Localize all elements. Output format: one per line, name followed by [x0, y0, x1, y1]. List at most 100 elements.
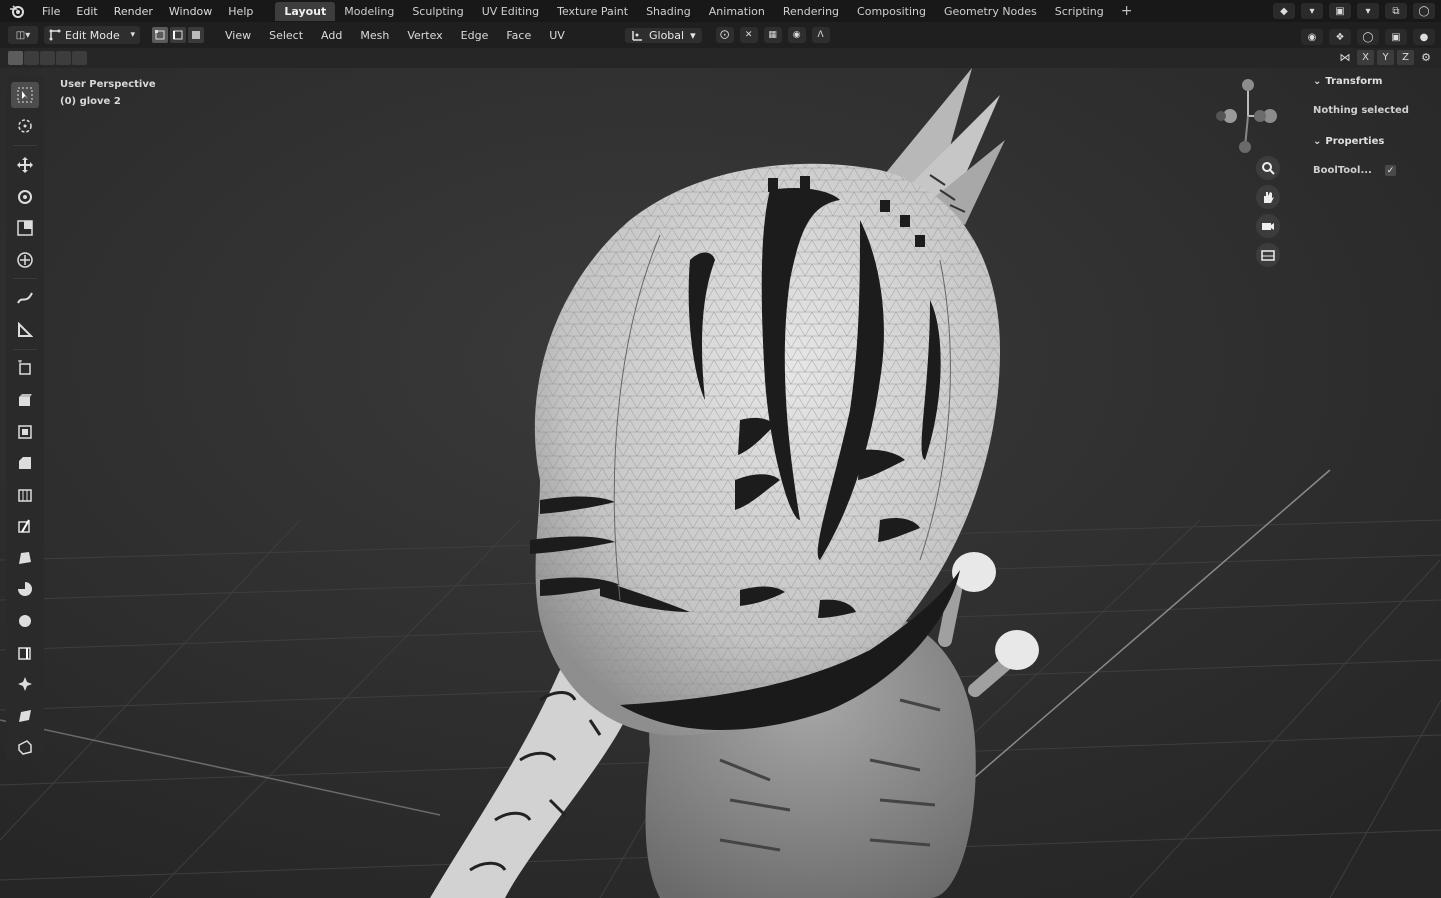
chevron-down-icon: ⌄	[1313, 136, 1322, 147]
zoom-icon[interactable]	[1256, 156, 1280, 180]
tab-shading[interactable]: Shading	[637, 2, 700, 21]
menu-add[interactable]: Add	[312, 29, 351, 42]
tab-scripting[interactable]: Scripting	[1046, 2, 1113, 21]
select-mode-group	[152, 27, 204, 43]
select-invert-icon[interactable]	[56, 51, 71, 65]
tool-shelf	[6, 76, 44, 760]
xray-toggle-icon[interactable]: ▣	[1385, 29, 1407, 45]
gizmo-toggle-icon[interactable]: ❖	[1329, 29, 1351, 45]
tab-geometry-nodes[interactable]: Geometry Nodes	[935, 2, 1046, 21]
select-subtract-icon[interactable]	[40, 51, 55, 65]
menu-help[interactable]: Help	[220, 5, 261, 18]
3d-viewport[interactable]: User Perspective (0) glove 2	[0, 68, 1441, 898]
properties-panel-header[interactable]: ⌄ Properties	[1313, 136, 1384, 147]
measure-icon[interactable]	[11, 317, 39, 343]
shear-icon[interactable]	[11, 703, 39, 729]
rip-region-icon[interactable]	[11, 735, 39, 761]
tab-compositing[interactable]: Compositing	[848, 2, 935, 21]
tab-rendering[interactable]: Rendering	[774, 2, 848, 21]
face-select-icon[interactable]	[188, 27, 204, 43]
menu-render[interactable]: Render	[106, 5, 161, 18]
new-window-icon[interactable]: ⧉	[1385, 3, 1407, 19]
menu-edit[interactable]: Edit	[68, 5, 105, 18]
annotate-icon[interactable]	[11, 285, 39, 311]
bevel-icon[interactable]	[11, 450, 39, 476]
menu-view[interactable]: View	[216, 29, 260, 42]
menu-file[interactable]: File	[34, 5, 68, 18]
viewport-scene	[0, 68, 1441, 898]
knife-icon[interactable]	[11, 513, 39, 539]
tab-modeling[interactable]: Modeling	[335, 2, 403, 21]
menu-mesh[interactable]: Mesh	[351, 29, 398, 42]
orientation-dropdown[interactable]: Global ▾	[625, 27, 702, 43]
menu-uv[interactable]: UV	[540, 29, 574, 42]
cursor-icon[interactable]	[11, 114, 39, 140]
tab-uv-editing[interactable]: UV Editing	[473, 2, 548, 21]
camera-view-icon[interactable]	[1256, 214, 1280, 238]
snap-icon[interactable]: ✕	[739, 27, 758, 43]
options-icon[interactable]: ⚙	[1417, 50, 1435, 65]
vertex-select-icon[interactable]	[152, 27, 168, 43]
select-extend-icon[interactable]	[24, 51, 39, 65]
snap-target-icon[interactable]: ▦	[763, 27, 782, 43]
booltool-label: BoolTool...	[1313, 165, 1372, 176]
edge-select-icon[interactable]	[170, 27, 186, 43]
add-cube-icon[interactable]	[11, 356, 39, 382]
proportional-edit-icon[interactable]: ◉	[787, 27, 806, 43]
transform-status-text: Nothing selected	[1313, 105, 1409, 116]
tab-animation[interactable]: Animation	[700, 2, 774, 21]
chevron-down-icon: ▾	[130, 30, 135, 40]
select-intersect-icon[interactable]	[72, 51, 87, 65]
menu-edge[interactable]: Edge	[452, 29, 498, 42]
poly-build-icon[interactable]	[11, 545, 39, 571]
menu-select[interactable]: Select	[260, 29, 312, 42]
shrink-fatten-icon[interactable]	[11, 671, 39, 697]
falloff-icon[interactable]: Λ	[811, 27, 830, 43]
blender-logo-icon[interactable]	[8, 2, 26, 20]
close-window-icon[interactable]: ◯	[1413, 3, 1435, 19]
perspective-toggle-icon[interactable]	[1256, 243, 1280, 267]
tool-settings-bar: ⋈ X Y Z ⚙	[0, 48, 1441, 68]
transform-icon[interactable]	[11, 247, 39, 273]
smooth-icon[interactable]	[11, 608, 39, 634]
navigation-gizmo[interactable]	[1208, 76, 1288, 166]
axis-z-button[interactable]: Z	[1397, 50, 1414, 65]
overlay-toggle-icon[interactable]: ◯	[1357, 29, 1379, 45]
axis-y-button[interactable]: Y	[1377, 50, 1394, 65]
shading-solid-icon[interactable]: ●	[1413, 29, 1435, 45]
menu-vertex[interactable]: Vertex	[398, 29, 451, 42]
editor-type-icon[interactable]: ◫▾	[8, 26, 38, 44]
pivot-point-icon[interactable]: ⨀	[715, 27, 734, 43]
inset-icon[interactable]	[11, 419, 39, 445]
visibility-icon[interactable]: ◉	[1301, 29, 1323, 45]
view-layer-icon[interactable]: ▣	[1329, 3, 1351, 19]
add-workspace-button[interactable]: +	[1113, 3, 1141, 19]
chevron-down-icon: ⌄	[1313, 76, 1322, 87]
scene-selector-icon[interactable]: ◆	[1273, 3, 1295, 19]
loop-cut-icon[interactable]	[11, 482, 39, 508]
view-layer-browse-icon[interactable]: ▾	[1357, 3, 1379, 19]
scale-icon[interactable]	[11, 215, 39, 241]
select-box-icon[interactable]	[11, 82, 39, 108]
tab-sculpting[interactable]: Sculpting	[403, 2, 472, 21]
extrude-icon[interactable]	[11, 387, 39, 413]
edit-mode-icon	[49, 29, 61, 41]
tab-texture-paint[interactable]: Texture Paint	[548, 2, 637, 21]
transform-panel-header[interactable]: ⌄ Transform	[1313, 76, 1382, 87]
menu-face[interactable]: Face	[497, 29, 540, 42]
properties-header-label: Properties	[1325, 136, 1385, 147]
scene-browse-icon[interactable]: ▾	[1301, 3, 1323, 19]
mode-dropdown[interactable]: Edit Mode ▾	[44, 26, 140, 44]
tab-layout[interactable]: Layout	[275, 1, 336, 21]
header-menus: View Select Add Mesh Vertex Edge Face UV	[216, 29, 574, 42]
booltool-checkbox[interactable]: ✓	[1385, 165, 1396, 176]
rotate-icon[interactable]	[11, 184, 39, 210]
orientation-icon	[632, 31, 642, 41]
menu-window[interactable]: Window	[161, 5, 220, 18]
select-new-icon[interactable]	[8, 51, 23, 65]
pan-hand-icon[interactable]	[1256, 185, 1280, 209]
edge-slide-icon[interactable]	[11, 640, 39, 666]
move-icon[interactable]	[11, 152, 39, 178]
spin-icon[interactable]	[11, 577, 39, 603]
axis-x-button[interactable]: X	[1357, 50, 1374, 65]
